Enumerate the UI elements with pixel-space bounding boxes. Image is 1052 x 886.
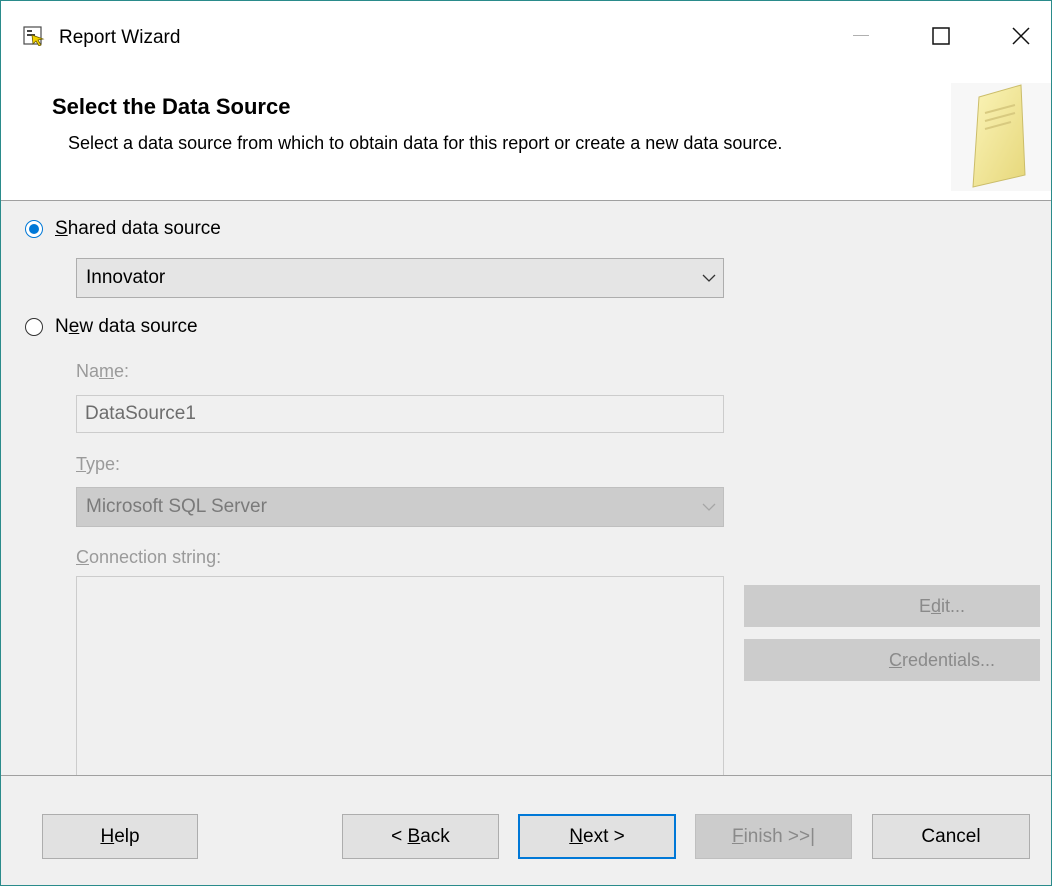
wizard-header: Select the Data Source Select a data sou… bbox=[1, 71, 1051, 201]
type-select[interactable]: Microsoft SQL Server bbox=[76, 487, 724, 527]
window-title: Report Wizard bbox=[59, 27, 181, 48]
close-icon bbox=[1012, 27, 1030, 45]
type-label: Type: bbox=[76, 454, 121, 474]
new-radio-indicator[interactable] bbox=[25, 318, 43, 336]
edit-button[interactable]: Ed it... bbox=[744, 585, 1040, 627]
finish-button[interactable]: Finish >>| bbox=[695, 814, 852, 859]
shared-data-source-radio[interactable]: Shared data source bbox=[25, 218, 221, 240]
report-wizard-window: Report Wizard Select the Data Source Sel… bbox=[0, 0, 1052, 886]
credentials-button[interactable]: Credentials... bbox=[744, 639, 1040, 681]
type-value: Microsoft SQL Server bbox=[86, 496, 267, 517]
connection-string-label: Connection string: bbox=[76, 547, 222, 567]
connection-string-input[interactable] bbox=[76, 576, 724, 776]
help-button[interactable]: Help bbox=[42, 814, 198, 859]
chevron-down-icon[interactable] bbox=[695, 274, 723, 282]
maximize-icon bbox=[932, 27, 950, 45]
name-label: Name: bbox=[76, 361, 130, 381]
footer-separator bbox=[1, 775, 1051, 776]
close-button[interactable] bbox=[997, 13, 1045, 59]
shared-data-source-select[interactable]: Innovator bbox=[76, 258, 724, 298]
minimize-button[interactable] bbox=[837, 13, 885, 59]
shared-data-source-value: Innovator bbox=[86, 267, 166, 288]
new-data-source-radio[interactable]: New data source bbox=[25, 316, 198, 338]
page-description: Select a data source from which to obtai… bbox=[68, 133, 783, 153]
title-bar: Report Wizard bbox=[1, 1, 1051, 71]
new-data-source-label: New data source bbox=[55, 316, 198, 337]
cancel-button[interactable]: Cancel bbox=[872, 814, 1030, 859]
minimize-icon bbox=[853, 35, 869, 36]
maximize-button[interactable] bbox=[917, 13, 965, 59]
next-button[interactable]: Next > bbox=[518, 814, 676, 859]
name-input[interactable]: DataSource1 bbox=[76, 395, 724, 433]
report-document-icon bbox=[951, 83, 1051, 191]
back-button[interactable]: < Back bbox=[342, 814, 499, 859]
report-wizard-icon bbox=[23, 26, 45, 47]
chevron-down-icon[interactable] bbox=[695, 503, 723, 511]
page-title: Select the Data Source bbox=[52, 94, 291, 119]
shared-data-source-label: Shared data source bbox=[55, 218, 221, 239]
shared-radio-indicator[interactable] bbox=[25, 220, 43, 238]
